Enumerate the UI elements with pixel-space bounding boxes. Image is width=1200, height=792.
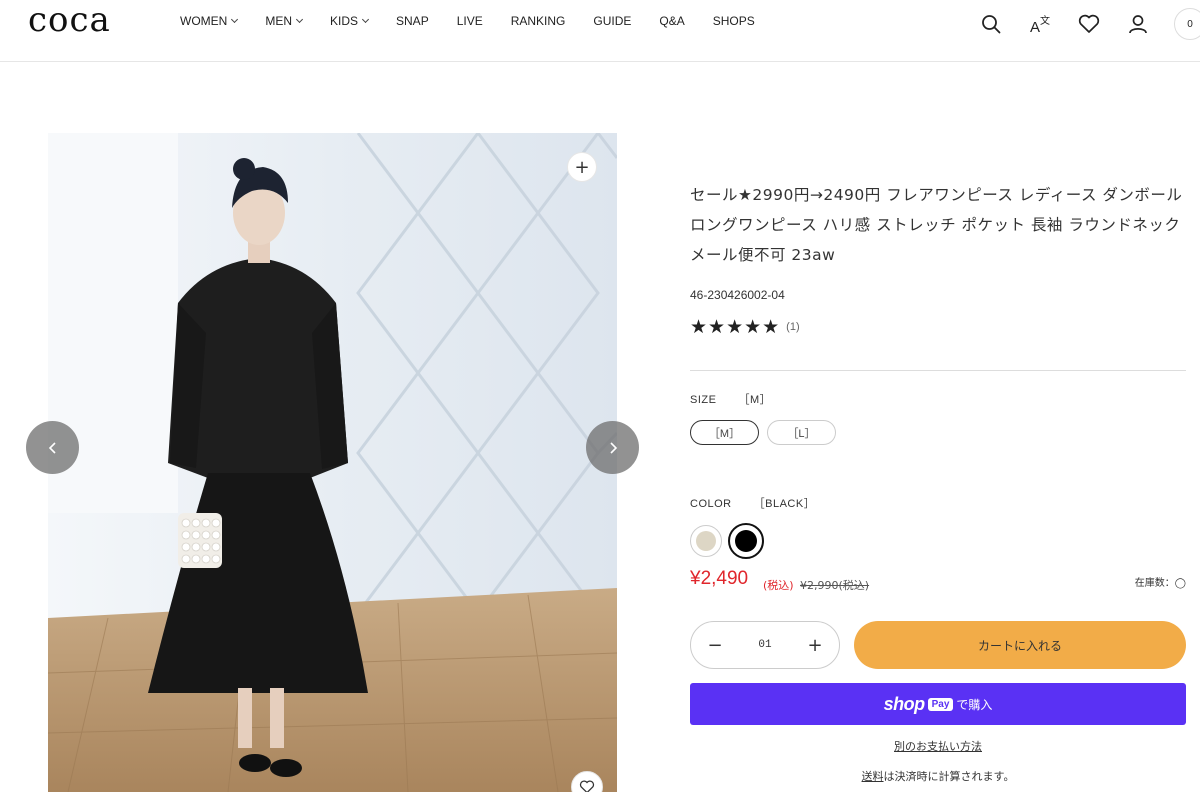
sale-price: ¥2,490 <box>690 568 749 589</box>
stock-status: 在庫数：◯ <box>1134 578 1186 589</box>
shipping-note-text: は決済時に計算されます。 <box>883 770 1015 783</box>
color-swatch-beige[interactable] <box>690 525 722 557</box>
translate-icon[interactable]: A文 <box>1027 11 1053 37</box>
nav-label: SHOPS <box>712 14 755 28</box>
site-logo[interactable]: coca <box>28 0 111 40</box>
svg-text:A: A <box>1030 19 1040 35</box>
size-label-row: SIZE ［M］ <box>690 391 1186 407</box>
next-image-button[interactable] <box>586 421 639 474</box>
nav-kids[interactable]: KIDS <box>330 13 370 29</box>
swatch-dot <box>696 531 716 551</box>
chevron-down-icon <box>295 15 304 24</box>
quantity-stepper: − 01 + <box>690 621 840 669</box>
star-rating: ★★★★★ <box>690 316 781 338</box>
size-label: SIZE <box>690 394 717 406</box>
nav-label: RANKING <box>510 14 566 28</box>
swatch-dot <box>735 530 757 552</box>
user-icon[interactable] <box>1125 11 1151 37</box>
color-selector: COLOR ［BLACK］ <box>690 495 1186 559</box>
alternate-payment-link[interactable]: 別のお支払い方法 <box>690 738 1186 754</box>
nav-shops[interactable]: SHOPS <box>713 13 755 29</box>
cart-count-badge[interactable]: 0 <box>1174 8 1200 40</box>
nav-guide[interactable]: GUIDE <box>593 13 631 29</box>
size-options: ［M］ ［L］ <box>690 420 1186 445</box>
divider <box>690 370 1186 371</box>
size-selected-value: ［M］ <box>738 394 772 406</box>
quantity-increase-button[interactable]: + <box>805 635 825 656</box>
color-label: COLOR <box>690 498 732 510</box>
review-count[interactable]: (1) <box>786 321 799 333</box>
chevron-down-icon <box>361 15 370 24</box>
size-option-m[interactable]: ［M］ <box>690 420 759 445</box>
tax-label: (税込) <box>763 579 794 592</box>
prev-image-button[interactable] <box>26 421 79 474</box>
product-image[interactable] <box>48 133 617 792</box>
nav-live[interactable]: LIVE <box>457 13 483 29</box>
price-row: ¥2,490 (税込) ¥2,990(税込) 在庫数：◯ <box>690 568 1186 598</box>
chevron-left-icon <box>48 441 56 454</box>
shipping-link[interactable]: 送料 <box>862 770 884 783</box>
nav-label: LIVE <box>456 14 483 28</box>
quantity-value[interactable]: 01 <box>758 639 771 651</box>
nav-label: SNAP <box>396 14 429 28</box>
product-title: セール★2990円→2490円 フレアワンピース レディース ダンボール ロング… <box>690 186 1183 264</box>
site-header: coca WOMEN MEN KIDS SNAP LIVE RANKING GU… <box>0 0 1200 62</box>
add-to-cart-button[interactable]: カートに入れる <box>854 621 1186 669</box>
shipping-note: 送料は決済時に計算されます。 <box>690 768 1186 784</box>
nav-men[interactable]: MEN <box>265 13 304 29</box>
original-price: ¥2,990(税込) <box>800 579 870 592</box>
header-actions: A文 0 <box>978 8 1200 40</box>
zoom-button[interactable]: + <box>567 152 597 182</box>
product-photo <box>48 133 617 792</box>
nav-qa[interactable]: Q&A <box>659 13 684 29</box>
product-info: セール★2990円→2490円 フレアワンピース レディース ダンボール ロング… <box>690 180 1186 559</box>
nav-snap[interactable]: SNAP <box>396 13 429 29</box>
nav-label: MEN <box>265 14 292 28</box>
product-rating[interactable]: ★★★★★ (1) <box>690 316 1186 338</box>
svg-text:文: 文 <box>1040 14 1050 27</box>
nav-ranking[interactable]: RANKING <box>511 13 566 29</box>
color-swatch-black[interactable] <box>728 523 764 559</box>
shop-pay-logo-text: shop <box>883 693 926 714</box>
color-swatches <box>690 523 1186 559</box>
nav-label: WOMEN <box>180 14 228 28</box>
quantity-decrease-button[interactable]: − <box>705 635 725 656</box>
nav-women[interactable]: WOMEN <box>180 13 239 29</box>
color-selected-value: ［BLACK］ <box>753 498 816 510</box>
heart-icon[interactable] <box>1076 11 1102 37</box>
shop-pay-buy-label: で購入 <box>956 697 993 712</box>
nav-label: KIDS <box>330 14 359 28</box>
size-selector: SIZE ［M］ ［M］ ［L］ <box>690 391 1186 445</box>
size-option-l[interactable]: ［L］ <box>767 420 836 445</box>
chevron-down-icon <box>231 15 239 24</box>
product-sku: 46-230426002-04 <box>690 288 785 302</box>
main-nav: WOMEN MEN KIDS SNAP LIVE RANKING GUIDE Q… <box>180 13 783 29</box>
shop-pay-button[interactable]: shop Pay で購入 <box>690 683 1186 725</box>
shop-pay-badge: Pay <box>927 697 954 711</box>
heart-icon <box>579 780 595 792</box>
color-label-row: COLOR ［BLACK］ <box>690 495 1186 511</box>
nav-label: GUIDE <box>593 14 632 28</box>
search-icon[interactable] <box>978 11 1004 37</box>
chevron-right-icon <box>609 441 617 454</box>
nav-label: Q&A <box>659 14 685 28</box>
